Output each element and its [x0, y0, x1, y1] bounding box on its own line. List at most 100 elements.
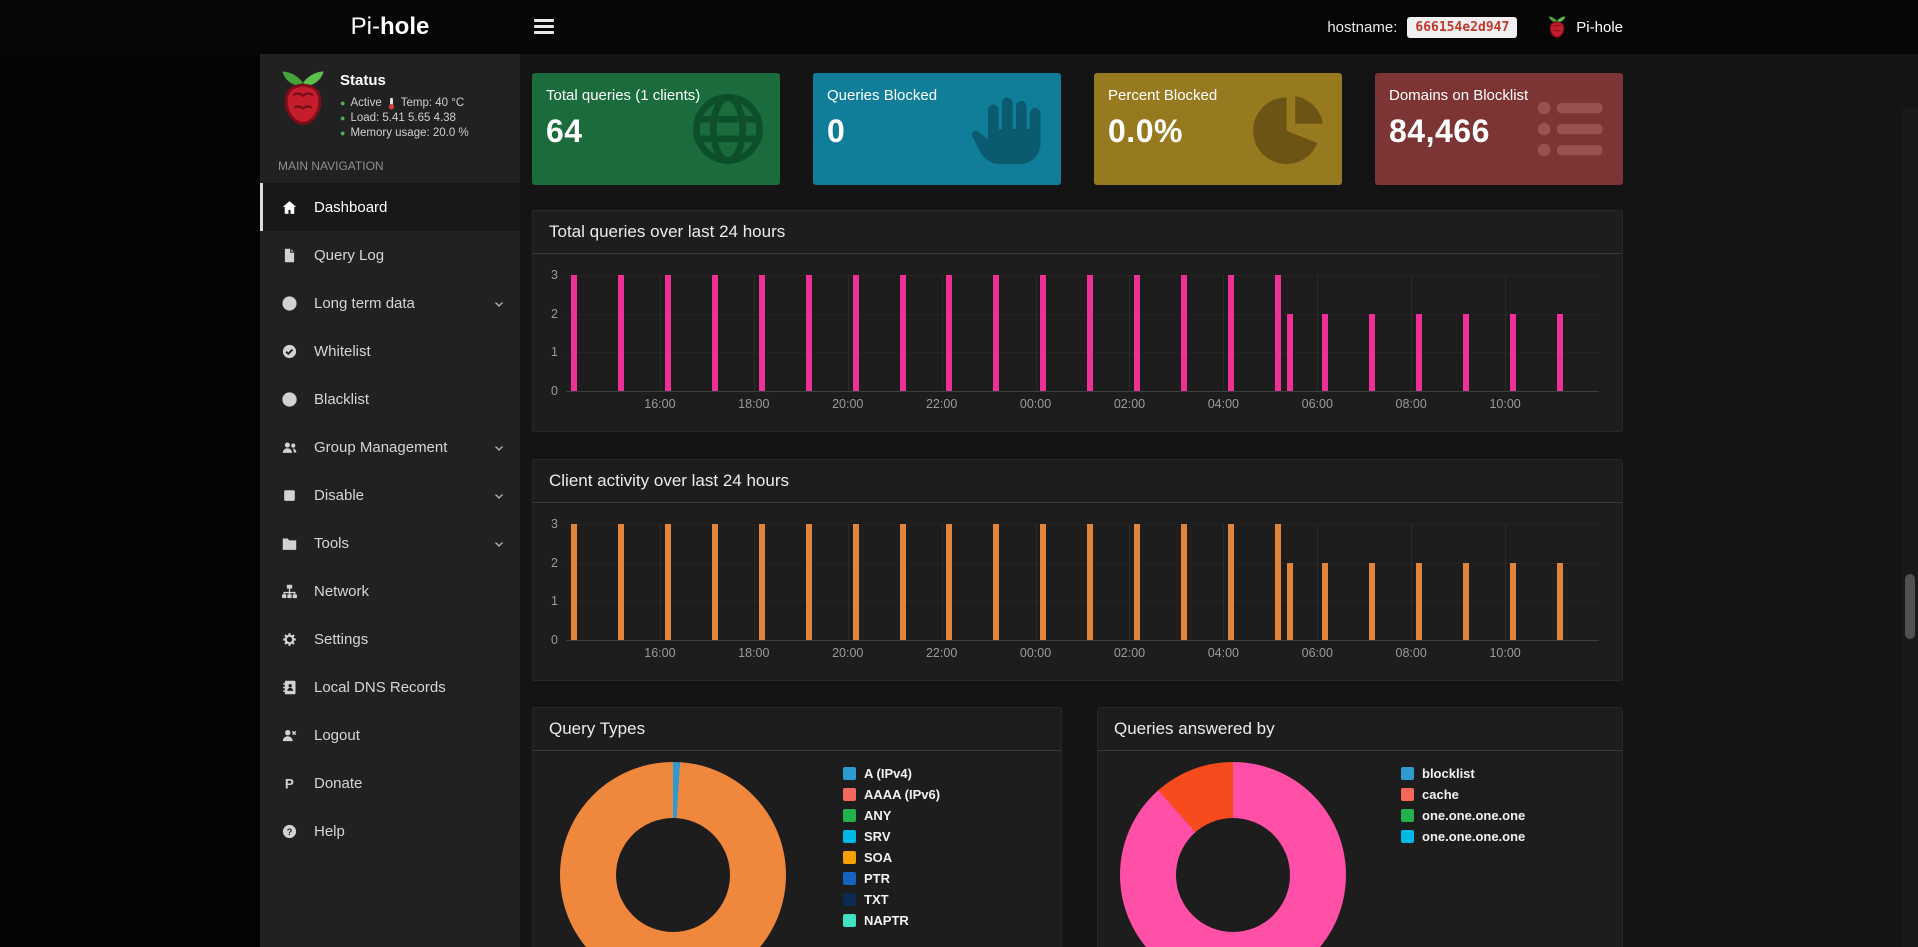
legend-item[interactable]: NAPTR [843, 913, 940, 928]
y-axis-tick-label: 1 [536, 345, 558, 359]
sidebar-item-help[interactable]: ?Help [260, 807, 520, 855]
sidebar-item-long-term-data[interactable]: Long term data [260, 279, 520, 327]
chevron-down-icon [493, 441, 505, 458]
hostname-badge: 666154e2d947 [1407, 17, 1517, 38]
legend-item[interactable]: cache [1401, 787, 1525, 802]
status-load-text: Load: 5.41 5.65 4.38 [350, 111, 456, 126]
x-axis-tick-label: 08:00 [1396, 646, 1427, 660]
sidebar-item-group-management[interactable]: Group Management [260, 423, 520, 471]
chart-bar [1463, 563, 1469, 640]
chart-bar [618, 524, 624, 640]
sidebar-item-blacklist[interactable]: Blacklist [260, 375, 520, 423]
y-axis-tick-label: 2 [536, 307, 558, 321]
long-term-data-icon [281, 295, 305, 312]
chart-bar [1228, 524, 1234, 640]
vertical-scrollbar-track[interactable] [1902, 108, 1918, 947]
client-activity-panel: Client activity over last 24 hours 01231… [532, 459, 1623, 681]
grid-line-horizontal [566, 563, 1599, 564]
sidebar-item-network[interactable]: Network [260, 567, 520, 615]
vertical-scrollbar-thumb[interactable] [1905, 574, 1915, 639]
legend-item[interactable]: PTR [843, 871, 940, 886]
globe-icon [686, 87, 770, 171]
hand-icon [967, 87, 1051, 171]
legend-item[interactable]: SRV [843, 829, 940, 844]
hostname-label: hostname: [1327, 19, 1397, 36]
x-axis-tick-label: 00:00 [1020, 397, 1051, 411]
sidebar-item-disable[interactable]: Disable [260, 471, 520, 519]
x-axis-tick-label: 16:00 [644, 646, 675, 660]
chart-bar [1557, 563, 1563, 640]
sidebar: Status ● Active Temp: 40 °C ● Load: 5.41… [260, 54, 520, 947]
legend-label: A (IPv4) [864, 766, 912, 781]
sidebar-item-query-log[interactable]: Query Log [260, 231, 520, 279]
sidebar-item-logout[interactable]: Logout [260, 711, 520, 759]
status-memory-line: ● Memory usage: 20.0 % [340, 126, 469, 141]
grid-line-vertical [1505, 275, 1506, 391]
legend-item[interactable]: TXT [843, 892, 940, 907]
grid-line-vertical [1036, 275, 1037, 391]
legend-color-swatch [1401, 830, 1414, 843]
status-temp-text: Temp: 40 °C [401, 96, 464, 111]
sidebar-item-dashboard[interactable]: Dashboard [260, 183, 520, 231]
chart-bar [1181, 524, 1187, 640]
chart-bar [1369, 563, 1375, 640]
stat-card-percent-blocked: Percent Blocked 0.0% [1094, 73, 1342, 185]
chart-bar [993, 275, 999, 391]
grid-line-vertical [848, 275, 849, 391]
x-axis-tick-label: 18:00 [738, 397, 769, 411]
x-axis-tick-label: 10:00 [1489, 646, 1520, 660]
sidebar-toggle-button[interactable] [534, 19, 554, 35]
sidebar-item-label: Logout [314, 727, 360, 744]
legend-item[interactable]: one.one.one.one [1401, 829, 1525, 844]
sidebar-item-label: Network [314, 583, 369, 600]
sidebar-item-label: Disable [314, 487, 364, 504]
x-axis-tick-label: 22:00 [926, 397, 957, 411]
legend-label: AAAA (IPv6) [864, 787, 940, 802]
chart-bar [759, 524, 765, 640]
sidebar-item-tools[interactable]: Tools [260, 519, 520, 567]
stat-cards-row: Total queries (1 clients) 64 Queries Blo… [532, 73, 1623, 185]
queries-answered-by-donut-chart [1120, 762, 1346, 947]
grid-line-horizontal [566, 314, 1599, 315]
x-axis-tick-label: 22:00 [926, 646, 957, 660]
chart-bar [900, 275, 906, 391]
status-active-label: Active [350, 96, 381, 111]
stat-card-domains-blocklist: Domains on Blocklist 84,466 [1375, 73, 1623, 185]
legend-item[interactable]: one.one.one.one [1401, 808, 1525, 823]
sidebar-item-donate[interactable]: PDonate [260, 759, 520, 807]
y-axis-tick-label: 0 [536, 384, 558, 398]
chart-bar [1181, 275, 1187, 391]
sidebar-item-label: Donate [314, 775, 362, 792]
legend-color-swatch [1401, 767, 1414, 780]
sidebar-item-label: Dashboard [314, 199, 387, 216]
chart-bar [1322, 314, 1328, 391]
grid-line-vertical [1129, 524, 1130, 640]
x-axis-tick-label: 08:00 [1396, 397, 1427, 411]
chart-bar [759, 275, 765, 391]
status-active-line: ● Active Temp: 40 °C [340, 96, 469, 111]
brand-logo[interactable]: Pi-hole [260, 0, 520, 54]
sidebar-item-settings[interactable]: Settings [260, 615, 520, 663]
x-axis-tick-label: 00:00 [1020, 646, 1051, 660]
legend-item[interactable]: AAAA (IPv6) [843, 787, 940, 802]
sidebar-item-whitelist[interactable]: Whitelist [260, 327, 520, 375]
chart-bar [1087, 275, 1093, 391]
queries-over-time-panel: Total queries over last 24 hours 012316:… [532, 210, 1623, 432]
status-load-line: ● Load: 5.41 5.65 4.38 [340, 111, 469, 126]
chart-bar [1134, 275, 1140, 391]
client-activity-chart: 012316:0018:0020:0022:0000:0002:0004:000… [566, 503, 1599, 680]
legend-item[interactable]: A (IPv4) [843, 766, 940, 781]
query-log-icon [281, 247, 305, 264]
sidebar-item-local-dns-records[interactable]: Local DNS Records [260, 663, 520, 711]
top-navbar: Pi-hole hostname: 666154e2d947 Pi-hole [0, 0, 1918, 54]
legend-item[interactable]: blocklist [1401, 766, 1525, 781]
chart-bar [993, 524, 999, 640]
stat-card-queries-blocked: Queries Blocked 0 [813, 73, 1061, 185]
x-axis-tick-label: 04:00 [1208, 646, 1239, 660]
grid-line-vertical [942, 524, 943, 640]
legend-item[interactable]: SOA [843, 850, 940, 865]
raspberry-logo-icon [1547, 15, 1567, 40]
navbar-app-group: Pi-hole [1547, 15, 1623, 40]
grid-line-horizontal [566, 352, 1599, 353]
legend-item[interactable]: ANY [843, 808, 940, 823]
